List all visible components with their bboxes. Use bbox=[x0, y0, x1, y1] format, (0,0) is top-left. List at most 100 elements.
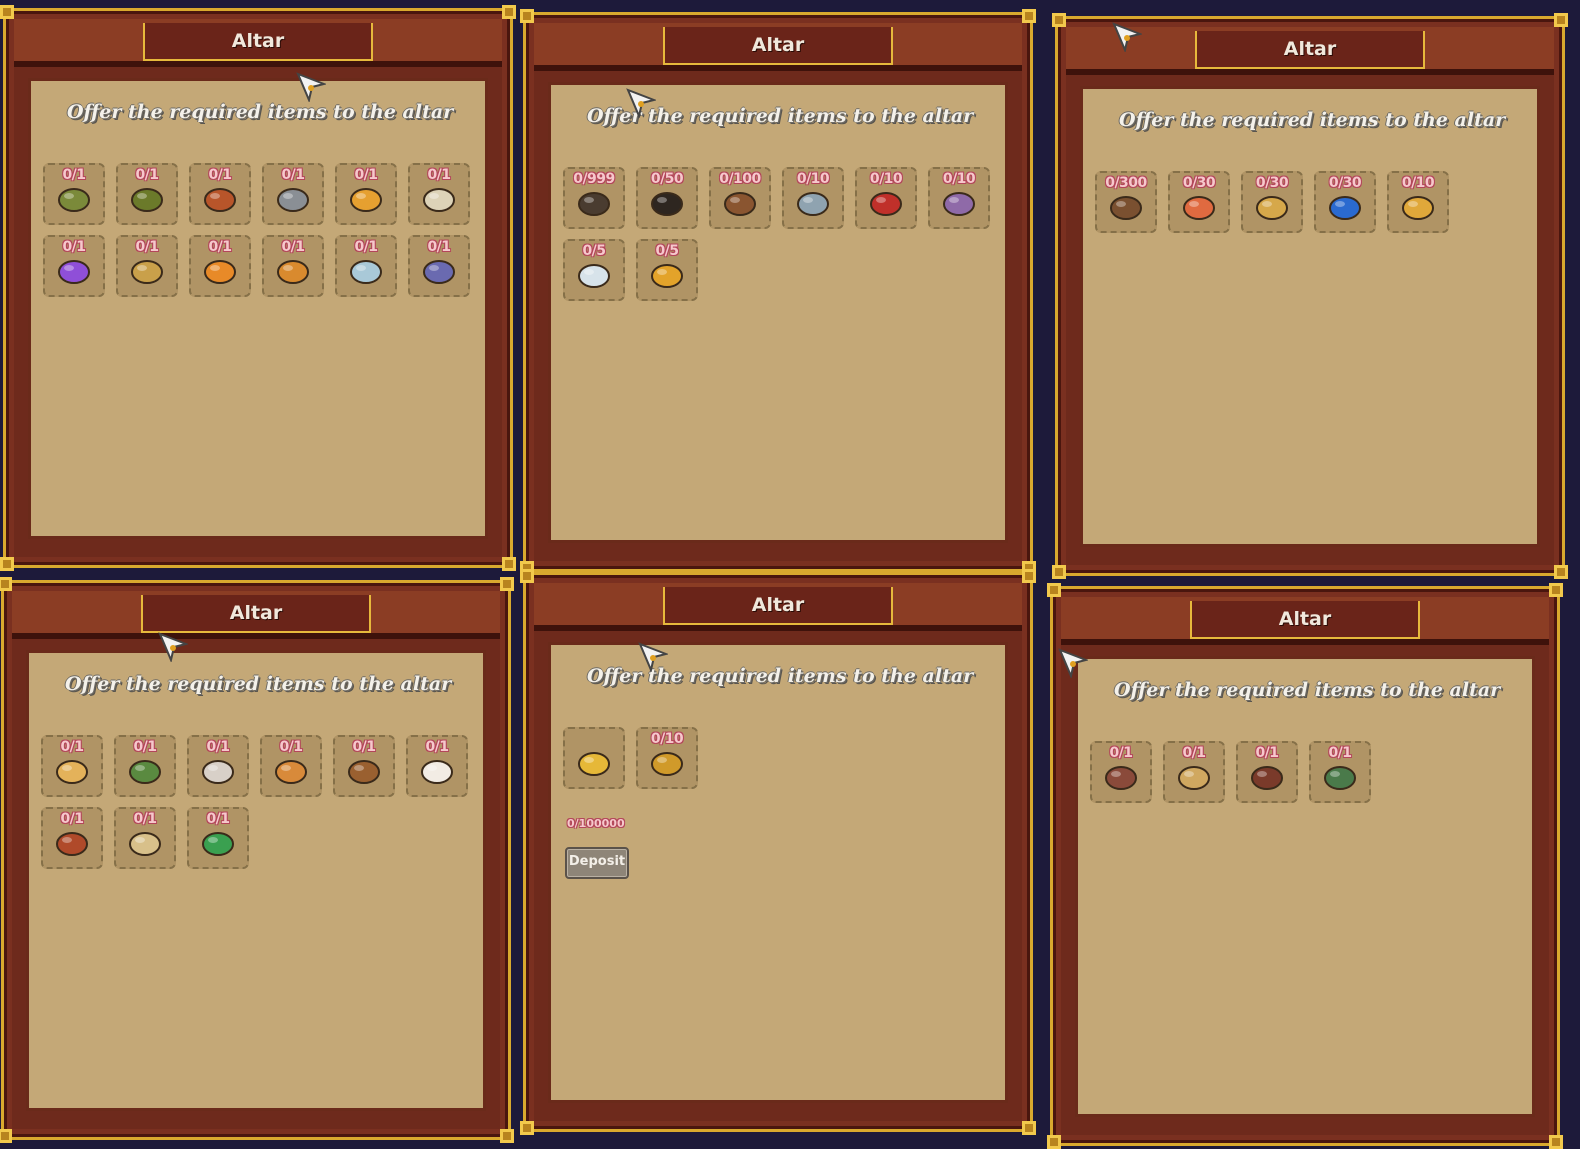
frame-corner bbox=[1554, 565, 1568, 579]
item-count: 0/10 bbox=[1401, 175, 1435, 191]
item-slot[interactable]: 0/1 bbox=[43, 235, 105, 297]
dumplings-icon bbox=[202, 759, 234, 784]
item-slot[interactable]: 0/1 bbox=[408, 163, 470, 225]
dagger-icon bbox=[1105, 765, 1137, 790]
item-slot[interactable]: 0/1 bbox=[260, 735, 322, 797]
deposit-button[interactable]: Deposit bbox=[565, 847, 629, 879]
item-count: 0/1 bbox=[1255, 745, 1279, 761]
frame-corner bbox=[0, 557, 14, 571]
blue-crystal-icon bbox=[1329, 195, 1361, 220]
item-slot[interactable]: 0/1 bbox=[335, 163, 397, 225]
item-count: 0/1 bbox=[1182, 745, 1206, 761]
item-count: 0/1 bbox=[60, 739, 84, 755]
coal-icon bbox=[651, 191, 683, 216]
item-slot[interactable]: 0/30 bbox=[1314, 171, 1376, 233]
item-count: 0/999 bbox=[573, 171, 615, 187]
eel-fish-icon bbox=[131, 187, 163, 212]
item-count: 0/10 bbox=[796, 171, 830, 187]
item-slot[interactable]: 0/10 bbox=[928, 167, 990, 229]
item-slot[interactable]: 0/1 bbox=[41, 735, 103, 797]
item-slot[interactable]: 0/1 bbox=[1163, 741, 1225, 803]
manta-ray-icon bbox=[423, 259, 455, 284]
item-count: 0/5 bbox=[582, 243, 606, 259]
offer-area: Offer the required items to the altar 0/… bbox=[1080, 86, 1540, 547]
item-count: 0/10 bbox=[869, 171, 903, 187]
red-crystal-icon bbox=[1183, 195, 1215, 220]
item-slot[interactable]: 0/1 bbox=[114, 807, 176, 869]
item-slot[interactable]: 0/100 bbox=[709, 167, 771, 229]
fire-fish-icon bbox=[204, 259, 236, 284]
coffee-cup-icon bbox=[421, 759, 453, 784]
item-slot[interactable]: 0/1 bbox=[408, 235, 470, 297]
mouse-cursor-icon bbox=[626, 88, 656, 118]
item-slot[interactable]: 0/30 bbox=[1241, 171, 1303, 233]
item-slot[interactable]: 0/1 bbox=[335, 235, 397, 297]
rainbow-fish-icon bbox=[58, 259, 90, 284]
item-slot[interactable]: 0/1 bbox=[41, 807, 103, 869]
item-count: 0/1 bbox=[206, 739, 230, 755]
mouse-cursor-icon bbox=[1112, 22, 1142, 52]
item-count: 0/1 bbox=[1328, 745, 1352, 761]
required-items-grid: 0/1 0/1 0/1 0/1 0/1 0/1 0/1 0/1 0/1 0/1 0/1 0/1 bbox=[43, 163, 483, 297]
gold-stone-icon bbox=[1256, 195, 1288, 220]
seahorse-icon bbox=[277, 259, 309, 284]
item-count: 0/1 bbox=[206, 811, 230, 827]
item-slot[interactable]: 0/1 bbox=[43, 163, 105, 225]
altar-panel-food: Altar Offer the required items to the al… bbox=[0, 577, 514, 1143]
frame-corner bbox=[1047, 583, 1061, 597]
frame-corner bbox=[0, 5, 14, 19]
item-slot[interactable]: 0/50 bbox=[636, 167, 698, 229]
frame-corner bbox=[1047, 1135, 1061, 1149]
item-slot[interactable]: 0/5 bbox=[636, 239, 698, 301]
required-items-grid: 0/1 0/1 0/1 0/1 0/1 0/1 0/1 0/1 0/1 bbox=[41, 735, 481, 869]
item-slot[interactable]: 0/10 bbox=[1387, 171, 1449, 233]
item-slot[interactable]: 0/1 bbox=[116, 235, 178, 297]
panel-title: Altar bbox=[1195, 31, 1425, 69]
item-slot[interactable]: 0/1 bbox=[262, 235, 324, 297]
item-slot[interactable]: 0/5 bbox=[563, 239, 625, 301]
item-slot[interactable]: 0/1 bbox=[262, 163, 324, 225]
mouse-cursor-icon bbox=[296, 72, 326, 102]
amethyst-ore-icon bbox=[943, 191, 975, 216]
item-slot[interactable]: 0/30 bbox=[1168, 171, 1230, 233]
item-slot[interactable]: 0/1 bbox=[333, 735, 395, 797]
iron-ore-icon bbox=[797, 191, 829, 216]
item-slot[interactable]: 0/300 bbox=[1095, 171, 1157, 233]
bone-fish-icon bbox=[423, 187, 455, 212]
item-slot[interactable]: 0/10 bbox=[782, 167, 844, 229]
item-slot[interactable]: 0/999 bbox=[563, 167, 625, 229]
fossil-plate-icon bbox=[1178, 765, 1210, 790]
item-slot[interactable]: 0/10 bbox=[855, 167, 917, 229]
item-slot[interactable] bbox=[563, 727, 625, 789]
item-slot[interactable]: 0/1 bbox=[1090, 741, 1152, 803]
funds-counter: 0/100000 bbox=[567, 817, 625, 830]
ruby-ore-icon bbox=[870, 191, 902, 216]
panel-title: Altar bbox=[663, 587, 893, 625]
item-slot[interactable]: 0/1 bbox=[116, 163, 178, 225]
panel-title: Altar bbox=[143, 23, 373, 61]
altar-panel-fish: Altar Offer the required items to the al… bbox=[0, 5, 516, 571]
item-slot[interactable]: 0/1 bbox=[189, 235, 251, 297]
golden-dragon-fish-icon bbox=[131, 259, 163, 284]
item-count: 0/1 bbox=[60, 811, 84, 827]
item-count: 0/300 bbox=[1105, 175, 1147, 191]
offer-area: Offer the required items to the altar 0/… bbox=[26, 650, 486, 1111]
item-slot[interactable]: 0/1 bbox=[187, 807, 249, 869]
altar-panel-relics: Altar Offer the required items to the al… bbox=[1047, 583, 1563, 1149]
item-count: 0/30 bbox=[1328, 175, 1362, 191]
item-slot[interactable]: 0/1 bbox=[189, 163, 251, 225]
item-slot[interactable]: 0/1 bbox=[406, 735, 468, 797]
item-slot[interactable]: 0/1 bbox=[1236, 741, 1298, 803]
item-count: 0/1 bbox=[135, 239, 159, 255]
pizza-slice-icon bbox=[275, 759, 307, 784]
item-slot[interactable]: 0/1 bbox=[1309, 741, 1371, 803]
item-slot[interactable]: 0/1 bbox=[114, 735, 176, 797]
item-slot[interactable]: 0/10 bbox=[636, 727, 698, 789]
item-count: 0/30 bbox=[1255, 175, 1289, 191]
item-slot[interactable]: 0/1 bbox=[187, 735, 249, 797]
item-count: 0/10 bbox=[650, 731, 684, 747]
parfait-icon bbox=[129, 831, 161, 856]
panel-title: Altar bbox=[1190, 601, 1420, 639]
item-count: 0/1 bbox=[279, 739, 303, 755]
frame-corner bbox=[520, 569, 534, 583]
